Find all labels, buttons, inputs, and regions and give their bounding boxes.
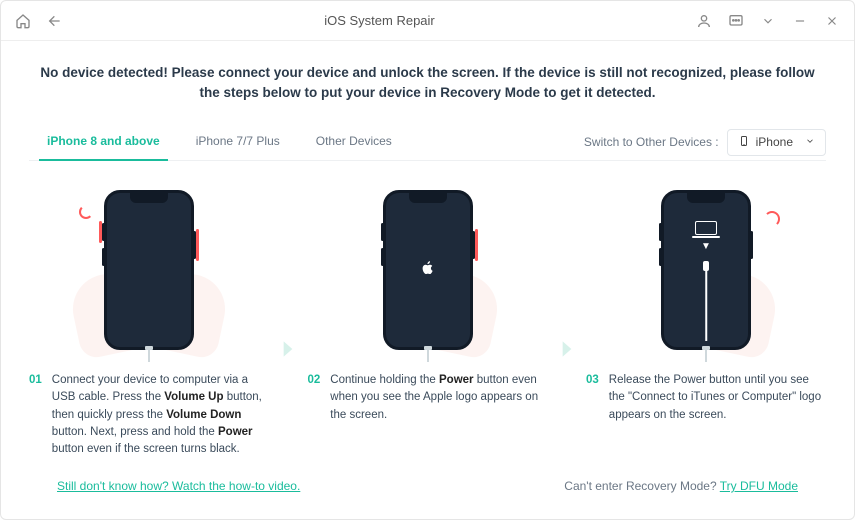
connect-computer-icon	[695, 221, 717, 235]
step-3: ▼ 03 Release the Power button until you …	[586, 175, 826, 424]
step-1: 01 Connect your device to computer via a…	[29, 175, 269, 458]
footer-right: Can't enter Recovery Mode? Try DFU Mode	[564, 479, 798, 493]
step-number: 01	[29, 372, 42, 458]
alert-message: No device detected! Please connect your …	[29, 63, 826, 102]
tab-label: iPhone 7/7 Plus	[196, 134, 280, 148]
step-2-illustration	[308, 175, 548, 350]
main-content: No device detected! Please connect your …	[1, 41, 854, 519]
apple-logo-icon	[420, 259, 436, 282]
chevron-down-icon	[805, 135, 815, 149]
steps-row: 01 Connect your device to computer via a…	[29, 175, 826, 458]
user-icon[interactable]	[696, 13, 712, 29]
step-1-illustration	[29, 175, 269, 350]
howto-video-link[interactable]: Still don't know how? Watch the how-to v…	[57, 479, 300, 493]
titlebar: iOS System Repair	[1, 1, 854, 41]
close-icon[interactable]	[824, 13, 840, 29]
back-icon[interactable]	[47, 13, 63, 29]
step-body: Continue holding the Power button even w…	[330, 372, 547, 424]
tab-label: iPhone 8 and above	[47, 134, 160, 148]
device-select-value: iPhone	[756, 135, 793, 149]
step-number: 02	[308, 372, 321, 424]
step-body: Connect your device to computer via a US…	[52, 372, 269, 458]
switch-label: Switch to Other Devices :	[584, 135, 719, 149]
phone-icon	[738, 134, 750, 151]
window-title: iOS System Repair	[63, 13, 696, 28]
arrow-right-icon	[554, 336, 580, 367]
step-3-illustration: ▼	[586, 175, 826, 350]
tabs-row: iPhone 8 and above iPhone 7/7 Plus Other…	[29, 124, 826, 161]
arrow-right-icon	[275, 336, 301, 367]
dfu-mode-link[interactable]: Try DFU Mode	[720, 479, 798, 493]
step-number: 03	[586, 372, 599, 424]
footer: Still don't know how? Watch the how-to v…	[29, 465, 826, 507]
feedback-icon[interactable]	[728, 13, 744, 29]
minimize-icon[interactable]	[792, 13, 808, 29]
step-2: 02 Continue holding the Power button eve…	[308, 175, 548, 424]
step-body: Release the Power button until you see t…	[609, 372, 826, 424]
home-icon[interactable]	[15, 13, 31, 29]
device-select[interactable]: iPhone	[727, 129, 826, 156]
tab-iphone8[interactable]: iPhone 8 and above	[29, 124, 178, 160]
tab-iphone7[interactable]: iPhone 7/7 Plus	[178, 124, 298, 160]
tab-other[interactable]: Other Devices	[298, 124, 410, 160]
chevron-down-icon[interactable]	[760, 13, 776, 29]
switch-device-group: Switch to Other Devices : iPhone	[584, 129, 826, 156]
tab-label: Other Devices	[316, 134, 392, 148]
